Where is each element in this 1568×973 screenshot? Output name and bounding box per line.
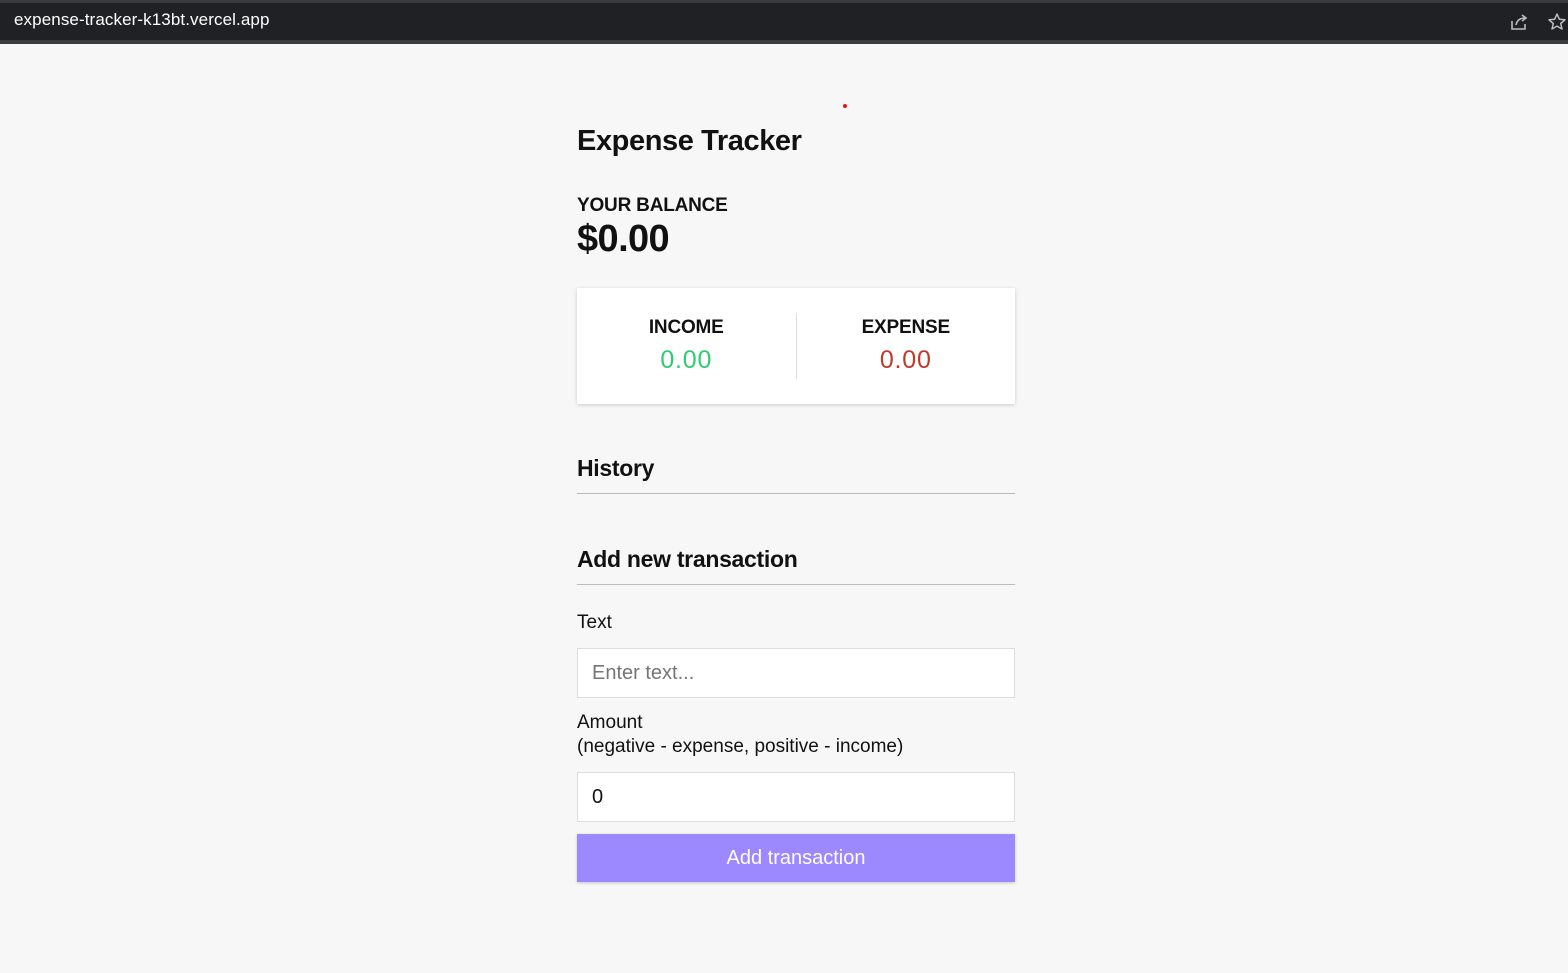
amount-field-label: Amount (negative - expense, positive - i… (577, 711, 1015, 759)
add-transaction-heading: Add new transaction (577, 544, 1015, 585)
cursor-dot (843, 104, 847, 108)
add-transaction-form: Text Amount (negative - expense, positiv… (577, 611, 1015, 882)
income-value: 0.00 (660, 346, 713, 374)
income-label: INCOME (648, 317, 724, 338)
address-bar-url[interactable]: expense-tracker-k13bt.vercel.app (14, 10, 270, 30)
history-heading: History (577, 453, 1015, 494)
expense-tracker-app: Expense Tracker YOUR BALANCE $0.00 INCOM… (577, 120, 1015, 882)
browser-toolbar: expense-tracker-k13bt.vercel.app (0, 0, 1568, 44)
add-transaction-button[interactable]: Add transaction (577, 834, 1015, 882)
expense-column: EXPENSE 0.00 (795, 313, 1016, 379)
income-column: INCOME 0.00 (577, 313, 796, 379)
share-icon[interactable] (1508, 11, 1530, 33)
balance-label: YOUR BALANCE (577, 195, 728, 216)
amount-input[interactable] (577, 772, 1015, 822)
amount-hint-text: (negative - expense, positive - income) (577, 736, 904, 757)
star-icon[interactable] (1546, 11, 1568, 33)
expense-label: EXPENSE (861, 317, 951, 338)
text-field-label: Text (577, 612, 612, 633)
amount-label-text: Amount (577, 712, 643, 733)
balance-value: $0.00 (577, 218, 670, 260)
text-input[interactable] (577, 648, 1015, 698)
income-expense-card: INCOME 0.00 EXPENSE 0.00 (577, 288, 1015, 404)
expense-value: 0.00 (879, 346, 932, 374)
app-title: Expense Tracker (577, 125, 802, 157)
